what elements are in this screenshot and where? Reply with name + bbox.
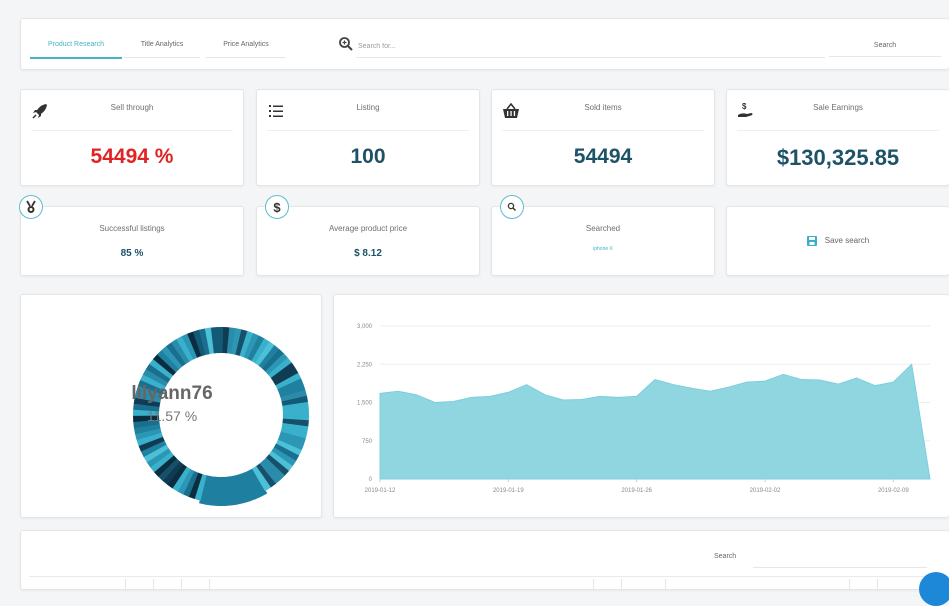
average-price-label: Average product price	[328, 224, 408, 233]
area-chart: 0 750 1,500 2,250 3,000 2019-01-12 2019-01-19 2…	[357, 324, 931, 494]
save-icon	[806, 236, 817, 246]
x-tick-label: 2019-02-09	[878, 488, 909, 494]
tab-title-analytics[interactable]: Title Analytics	[124, 35, 200, 58]
save-search-button[interactable]: Save search	[727, 236, 949, 246]
donut-card: lilyann76 11.57 %	[20, 294, 322, 518]
divider	[31, 130, 233, 131]
y-tick-label: 2,250	[357, 362, 373, 368]
y-tick-label: 0	[369, 477, 373, 483]
table-toolbar-field[interactable]	[669, 579, 850, 591]
chart-area-series	[379, 363, 931, 480]
table-card: Search	[20, 530, 949, 606]
sell-through-value: 54494 %	[90, 145, 174, 168]
searched-label: Searched	[585, 224, 621, 233]
table-toolbar-button[interactable]	[853, 579, 878, 591]
toolbar: Product Research Title Analytics Price A…	[20, 18, 949, 70]
sale-earnings-value: $130,325.85	[776, 145, 900, 170]
table-toolbar-button[interactable]	[597, 579, 622, 591]
x-tick-label: 2019-01-26	[621, 488, 652, 494]
sold-items-card: Sold items 54494	[491, 89, 715, 186]
dollar-icon: $	[265, 195, 289, 219]
successful-listings-value: 85 %	[120, 248, 144, 259]
sell-through-label: Sell through	[110, 103, 154, 112]
medal-icon	[19, 195, 43, 219]
search-input[interactable]	[356, 35, 825, 58]
table-toolbar-button[interactable]	[625, 579, 666, 591]
table-toolbar-button[interactable]	[129, 579, 154, 591]
table-search-label: Search	[714, 553, 737, 560]
searched-value[interactable]: iphone X	[492, 246, 714, 252]
table-toolbar-field[interactable]	[213, 579, 594, 591]
divider	[502, 130, 704, 131]
table-toolbar-button[interactable]	[157, 579, 182, 591]
search-icon[interactable]	[338, 36, 354, 52]
sold-items-label: Sold items	[584, 103, 622, 112]
listing-card: Listing 100	[256, 89, 480, 186]
donut-center-name: lilyann76	[131, 383, 213, 404]
successful-listings-card: Successful listings 85 %	[19, 195, 244, 276]
sale-earnings-card: $ Sale Earnings $130,325.85	[726, 89, 949, 186]
successful-listings-label: Successful listings	[99, 224, 165, 233]
tab-product-research[interactable]: Product Research	[30, 35, 122, 59]
tab-price-analytics[interactable]: Price Analytics	[206, 35, 286, 58]
donut-center-percent: 11.57 %	[146, 408, 198, 424]
table-toolbar-button[interactable]	[185, 579, 210, 591]
table-search-input[interactable]	[753, 549, 927, 568]
sold-items-value: 54494	[573, 145, 633, 168]
floating-action-button[interactable]	[919, 572, 949, 606]
save-search-card[interactable]: Save search	[726, 206, 949, 276]
average-price-card: $ Average product price $ 8.12	[256, 195, 480, 276]
y-tick-label: 3,000	[357, 324, 373, 330]
x-tick-label: 2019-01-12	[365, 488, 396, 494]
search-icon	[500, 195, 524, 219]
listing-value: 100	[350, 145, 386, 168]
sell-through-card: Sell through 54494 %	[20, 89, 244, 186]
save-search-label: Save search	[824, 236, 870, 246]
x-tick-label: 2019-02-02	[750, 488, 781, 494]
divider	[267, 130, 469, 131]
area-chart-card: 0 750 1,500 2,250 3,000 2019-01-12 2019-01-19 2…	[333, 294, 949, 518]
divider	[737, 130, 939, 131]
searched-card: Searched iphone X	[491, 195, 715, 276]
sale-earnings-label: Sale Earnings	[813, 103, 863, 112]
table-toolbar-select[interactable]	[29, 579, 126, 591]
search-button[interactable]: Search	[829, 35, 941, 57]
x-tick-label: 2019-01-19	[493, 488, 524, 494]
listing-label: Listing	[356, 103, 380, 112]
y-tick-label: 1,500	[357, 401, 373, 407]
y-tick-label: 750	[362, 439, 373, 445]
average-price-value: $ 8.12	[354, 248, 382, 259]
